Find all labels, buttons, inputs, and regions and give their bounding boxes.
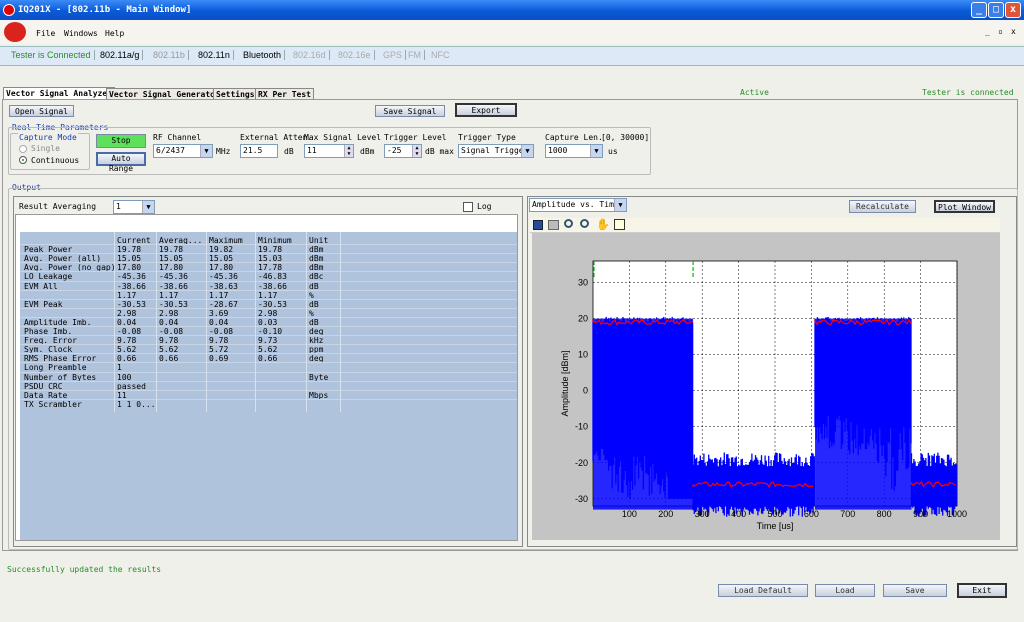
pan-hand-icon[interactable]: ✋ (596, 218, 610, 231)
mode-802-16e[interactable]: 802.16e (335, 50, 375, 60)
table-column-divider (156, 232, 157, 412)
mode-fm[interactable]: FM (405, 50, 425, 60)
amplitude-time-chart[interactable]: 100 200 300 400 500 600 700 800 900 10003020100-1… (532, 233, 1000, 540)
table-column-divider (306, 232, 307, 412)
tester-connected-label: Tester is Connected (8, 50, 95, 60)
maximize-button[interactable]: □ (988, 2, 1004, 18)
plot-type-value: Amplitude vs. Time (532, 200, 619, 209)
chevron-down-icon[interactable]: ▼ (614, 199, 626, 211)
mode-802-11b[interactable]: 802.11b (150, 50, 189, 60)
menu-help[interactable]: Help (105, 29, 124, 38)
y-tick-label: 10 (578, 350, 588, 360)
y-tick-label: 0 (583, 386, 588, 396)
exit-button[interactable]: Exit (957, 583, 1007, 598)
mode-802-11ag[interactable]: 802.11a/g (97, 50, 144, 60)
logo-icon (4, 22, 26, 42)
row-label: TX Scrambler (24, 399, 82, 409)
real-time-parameters-group (8, 127, 651, 175)
mdi-close-button[interactable]: x (1011, 27, 1016, 36)
save-icon[interactable] (533, 220, 543, 230)
plot-window-button[interactable]: Plot Window (934, 200, 995, 213)
mode-bluetooth[interactable]: Bluetooth (240, 50, 286, 60)
table-cell: 1 1 0... (117, 399, 156, 409)
minimize-button[interactable]: _ (971, 2, 987, 18)
mode-nfc[interactable]: NFC (428, 50, 453, 60)
log-checkbox[interactable] (463, 202, 473, 212)
y-axis-label: Amplitude [dBm] (560, 350, 570, 416)
zoom-out-icon[interactable] (580, 219, 589, 228)
x-tick-label: 100 (622, 509, 637, 519)
result-averaging-select[interactable]: 1 ▼ (113, 200, 155, 214)
menu-bar (0, 20, 1024, 44)
table-column-divider (206, 232, 207, 412)
tester-connected-status: Tester is connected (922, 88, 1014, 97)
y-tick-label: 20 (578, 314, 588, 324)
x-tick-label: 700 (840, 509, 855, 519)
title-bar: IQ201X - [802.11b - Main Window] (0, 0, 1024, 20)
y-tick-label: -10 (575, 422, 588, 432)
chevron-down-icon[interactable]: ▼ (142, 201, 154, 213)
x-axis-label: Time [us] (757, 521, 794, 531)
x-tick-label: 300 (695, 509, 710, 519)
app-icon (3, 4, 15, 16)
x-tick-label: 900 (913, 509, 928, 519)
table-column-divider (340, 232, 341, 412)
log-label: Log (477, 202, 492, 211)
zoom-in-icon[interactable] (564, 219, 573, 228)
x-tick-label: 600 (804, 509, 819, 519)
open-signal-button[interactable]: Open Signal (9, 105, 74, 117)
mdi-restore-button[interactable]: ▫ (998, 27, 1003, 36)
active-status: Active (740, 88, 769, 97)
save-button[interactable]: Save (883, 584, 947, 597)
y-tick-label: 30 (578, 278, 588, 288)
load-default-button[interactable]: Load Default (718, 584, 808, 597)
x-tick-label: 800 (877, 509, 892, 519)
export-button[interactable]: Export (455, 103, 517, 117)
load-button[interactable]: Load (815, 584, 875, 597)
signal-burst (593, 318, 694, 510)
save-signal-button[interactable]: Save Signal (375, 105, 445, 117)
x-tick-label: 200 (658, 509, 673, 519)
mdi-minimize-button[interactable]: _ (985, 27, 990, 36)
status-message: Successfully updated the results (7, 565, 162, 574)
x-tick-label: 400 (731, 509, 746, 519)
menu-file[interactable]: File (36, 29, 55, 38)
result-averaging-label: Result Averaging (19, 202, 97, 211)
x-tick-label: 500 (767, 509, 782, 519)
mode-802-11n[interactable]: 802.11n (195, 50, 234, 60)
result-averaging-value: 1 (116, 202, 121, 211)
recalculate-button[interactable]: Recalculate (849, 200, 916, 213)
menu-windows[interactable]: Windows (64, 29, 98, 38)
print-icon[interactable] (548, 220, 559, 230)
close-button[interactable]: x (1005, 2, 1021, 18)
y-tick-label: -20 (575, 458, 588, 468)
table-column-divider (255, 232, 256, 412)
mode-802-16d[interactable]: 802.16d (290, 50, 330, 60)
plot-type-select[interactable]: Amplitude vs. Time ▼ (529, 198, 627, 212)
plot-toolbar: ✋ (530, 218, 1000, 233)
y-tick-label: -30 (575, 494, 588, 504)
mode-gps[interactable]: GPS (380, 50, 407, 60)
signal-burst (815, 318, 912, 510)
data-cursor-icon[interactable] (614, 219, 625, 230)
x-tick-label: 1000 (947, 509, 967, 519)
window-title: IQ201X - [802.11b - Main Window] (18, 5, 192, 15)
table-column-divider (114, 232, 115, 412)
